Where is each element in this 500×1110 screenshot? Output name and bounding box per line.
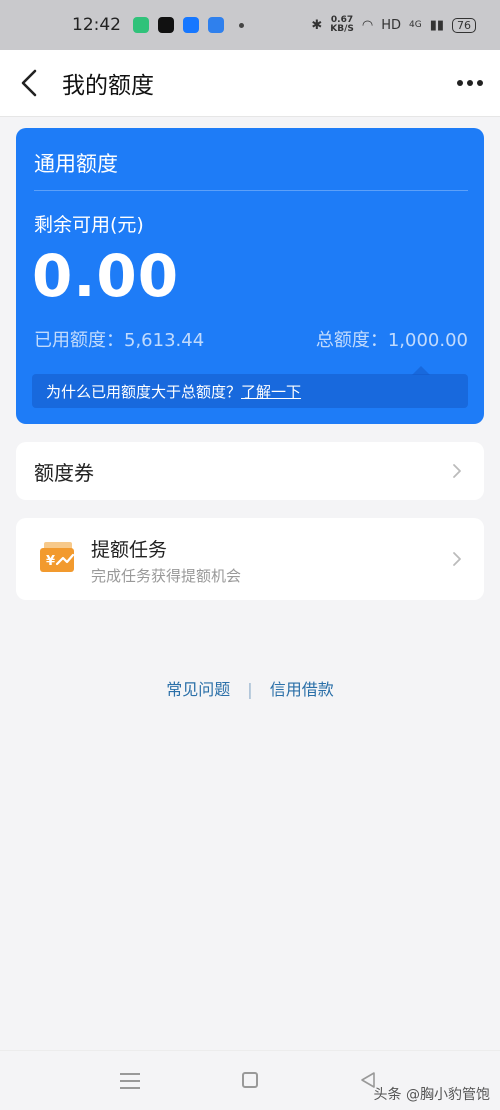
tip-text: 为什么已用额度大于总额度？ — [46, 382, 242, 401]
remaining-amount: 0.00 — [32, 242, 180, 310]
net-speed-unit: KB/S — [330, 24, 354, 34]
hd-label: HD — [381, 17, 401, 33]
watermark: 头条 @胸小豹管饱 — [373, 1087, 490, 1103]
quota-coupon-row[interactable]: 额度券 — [16, 442, 484, 500]
footer-separator: | — [247, 680, 253, 699]
status-indicators: ✱ 0.67 KB/S ◠ HD 4G ▮▮ 76 — [311, 16, 476, 34]
tiktok-app-icon — [158, 17, 174, 33]
task-subtitle: 完成任务获得提额机会 — [91, 567, 242, 585]
total-quota: 总额度：1,000.00 — [316, 326, 468, 352]
navigation-bar: 我的额度 — [0, 50, 500, 117]
quota-coupon-label: 额度券 — [34, 460, 94, 485]
alipay-app-icon — [183, 17, 199, 33]
yuan-coupon-icon: ¥ — [40, 542, 75, 572]
card-divider — [34, 190, 468, 191]
more-button[interactable] — [440, 50, 500, 117]
tip-box: 为什么已用额度大于总额度？ 了解一下 — [32, 374, 468, 408]
back-button[interactable] — [0, 50, 60, 117]
used-quota-label: 已用额度： — [34, 330, 124, 351]
quota-card: 通用额度 剩余可用(元) 0.00 已用额度：5,613.44 总额度：1,00… — [16, 128, 484, 424]
status-time: 12:42 — [72, 15, 121, 35]
bluetooth-icon: ✱ — [311, 17, 323, 33]
learn-more-link[interactable]: 了解一下 — [241, 381, 301, 402]
credit-loan-link[interactable]: 信用借款 — [270, 680, 334, 699]
task-title: 提额任务 — [91, 539, 168, 561]
wifi-icon: ◠ — [361, 17, 374, 33]
card-title: 通用额度 — [34, 152, 118, 176]
remaining-label: 剩余可用(元) — [34, 214, 144, 236]
more-dot — [457, 80, 463, 86]
more-dot — [467, 80, 473, 86]
footer-links: 常见问题 | 信用借款 — [0, 676, 500, 700]
message-app-icon — [208, 17, 224, 33]
svg-text:¥: ¥ — [46, 554, 55, 569]
chevron-left-icon — [21, 69, 37, 97]
total-quota-label: 总额度： — [315, 330, 388, 351]
total-quota-value: 1,000.00 — [387, 330, 468, 351]
faq-link[interactable]: 常见问题 — [166, 680, 230, 699]
signal-label: 4G — [408, 20, 422, 30]
menu-icon[interactable] — [120, 1073, 140, 1089]
more-notifications-icon — [239, 22, 244, 28]
net-speed: 0.67 KB/S — [330, 16, 354, 34]
used-quota-value: 5,613.44 — [124, 330, 205, 351]
signal-bars-icon: ▮▮ — [429, 17, 444, 33]
more-dot — [477, 80, 483, 86]
home-icon[interactable] — [242, 1072, 258, 1088]
battery-indicator: 76 — [452, 17, 476, 33]
wechat-app-icon — [133, 17, 149, 33]
status-bar: 12:42 ✱ 0.67 KB/S ◠ HD 4G ▮▮ 76 — [0, 0, 500, 50]
page-title: 我的额度 — [62, 73, 154, 99]
used-quota: 已用额度：5,613.44 — [34, 326, 204, 352]
raise-quota-task-row[interactable]: ¥ 提额任务 完成任务获得提额机会 — [16, 518, 484, 600]
chevron-right-icon — [453, 552, 461, 566]
chevron-right-icon — [453, 464, 461, 478]
